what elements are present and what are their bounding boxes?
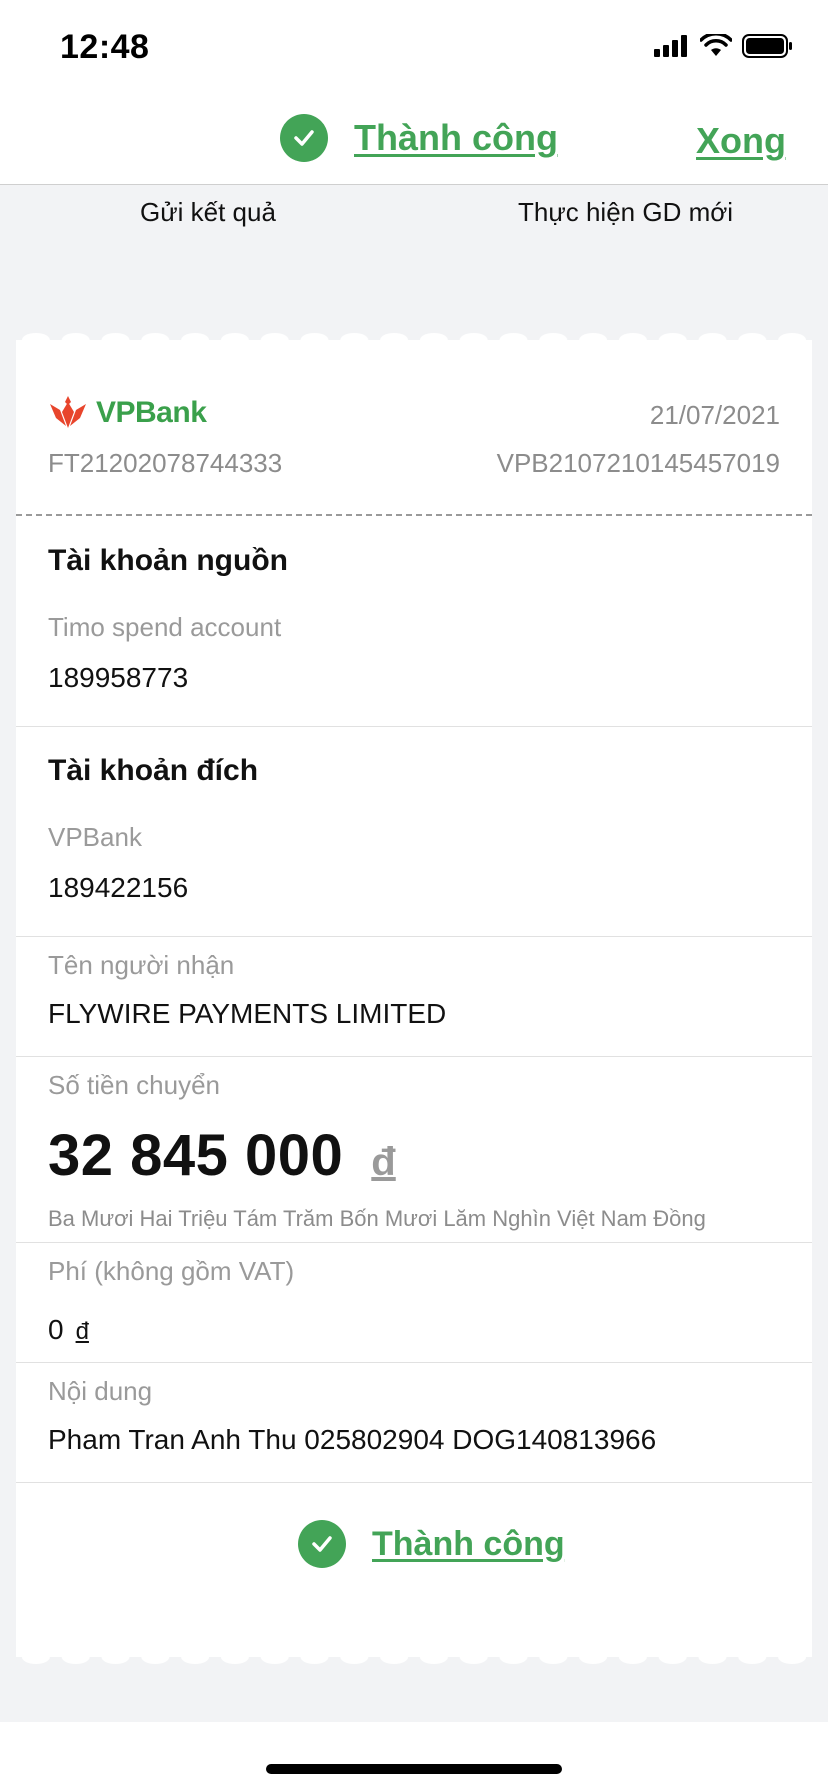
recipient-section: Tên người nhận FLYWIRE PAYMENTS LIMITED bbox=[16, 936, 812, 1057]
status-icons bbox=[654, 34, 794, 58]
header-title[interactable]: Thành công bbox=[354, 117, 558, 159]
fee-display: 0 đ bbox=[48, 1314, 89, 1346]
fee-section: Phí (không gồm VAT) 0 đ bbox=[16, 1242, 812, 1363]
status-bar: 12:48 bbox=[0, 0, 828, 100]
amount-section: Số tiền chuyển 32 845 000 đ Ba Mươi Hai … bbox=[16, 1056, 812, 1243]
destination-bank-label: VPBank bbox=[48, 822, 142, 852]
receipt-bottom-edge bbox=[16, 1648, 812, 1664]
amount-in-words: Ba Mươi Hai Triệu Tám Trăm Bốn Mươi Lăm … bbox=[48, 1206, 706, 1231]
source-account-number: 189958773 bbox=[48, 662, 189, 693]
battery-icon bbox=[742, 34, 792, 58]
transaction-ref: FT21202078744333 bbox=[48, 448, 283, 478]
amount-value: 32 845 000 bbox=[48, 1123, 344, 1188]
bottom-safe-area bbox=[0, 1722, 828, 1792]
fee-value: 0 bbox=[48, 1314, 64, 1345]
transfer-content: Pham Tran Anh Thu 025802904 DOG140813966 bbox=[48, 1424, 657, 1455]
content-label: Nội dung bbox=[48, 1376, 153, 1406]
destination-account-section: Tài khoản đích VPBank 189422156 bbox=[16, 726, 812, 937]
source-account-section: Tài khoản nguồn Timo spend account 18995… bbox=[16, 516, 812, 727]
transaction-receipt: VPBank 21/07/2021 FT21202078744333 VPB21… bbox=[16, 340, 812, 1656]
vpbank-logo-icon bbox=[50, 396, 86, 428]
recipient-name: FLYWIRE PAYMENTS LIMITED bbox=[48, 998, 447, 1029]
source-account-title: Tài khoản nguồn bbox=[48, 544, 288, 577]
top-header: Thành công Xong bbox=[0, 100, 828, 185]
amount-label: Số tiền chuyển bbox=[48, 1070, 221, 1100]
destination-account-number: 189422156 bbox=[48, 872, 189, 903]
home-indicator[interactable] bbox=[266, 1764, 562, 1774]
fee-label: Phí (không gồm VAT) bbox=[48, 1256, 295, 1286]
fee-currency: đ bbox=[75, 1318, 89, 1345]
action-row: Gửi kết quả Thực hiện GD mới bbox=[0, 185, 828, 245]
bank-ref: VPB2107210145457019 bbox=[496, 448, 780, 478]
success-check-icon bbox=[298, 1520, 346, 1568]
success-check-icon bbox=[280, 114, 328, 162]
source-account-label: Timo spend account bbox=[48, 612, 282, 642]
send-result-button[interactable]: Gửi kết quả bbox=[140, 197, 276, 228]
header-status: Thành công bbox=[280, 114, 558, 162]
signal-icon bbox=[654, 35, 687, 57]
receipt-status-text: Thành công bbox=[372, 1524, 565, 1563]
amount-currency: đ bbox=[371, 1140, 396, 1184]
destination-account-title: Tài khoản đích bbox=[48, 754, 259, 787]
new-transaction-button[interactable]: Thực hiện GD mới bbox=[518, 197, 733, 228]
bank-logo-text: VPBank bbox=[96, 396, 207, 429]
receipt-status: Thành công bbox=[298, 1520, 565, 1568]
status-time: 12:48 bbox=[60, 28, 150, 66]
recipient-label: Tên người nhận bbox=[48, 950, 235, 980]
content-section: Nội dung Pham Tran Anh Thu 025802904 DOG… bbox=[16, 1362, 812, 1483]
done-button[interactable]: Xong bbox=[696, 120, 786, 162]
bank-logo: VPBank bbox=[48, 396, 207, 430]
amount-display: 32 845 000 đ bbox=[48, 1122, 396, 1189]
transaction-date: 21/07/2021 bbox=[649, 400, 780, 430]
wifi-icon bbox=[700, 34, 732, 56]
